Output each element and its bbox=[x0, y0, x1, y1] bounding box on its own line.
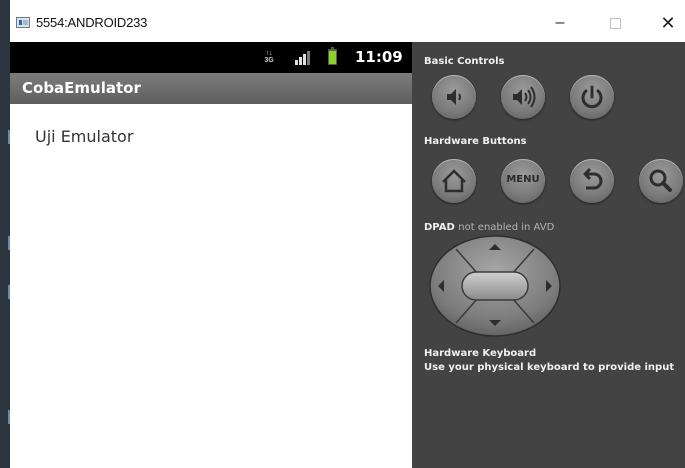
window-title: 5554:ANDROID233 bbox=[36, 15, 148, 30]
home-button[interactable] bbox=[432, 159, 476, 203]
back-icon bbox=[583, 167, 603, 190]
dpad-heading: DPAD not enabled in AVD bbox=[424, 222, 555, 233]
maximize-icon bbox=[609, 18, 621, 29]
window-titlebar[interactable]: 5554:ANDROID233 – ✕ bbox=[10, 0, 685, 42]
minimize-button[interactable]: – bbox=[545, 12, 575, 34]
close-button[interactable]: ✕ bbox=[653, 12, 683, 34]
menu-button[interactable]: MENU bbox=[501, 159, 545, 203]
status-clock: 11:09 bbox=[355, 48, 403, 66]
dpad-control[interactable] bbox=[428, 234, 562, 339]
search-button[interactable] bbox=[639, 159, 683, 203]
back-button[interactable] bbox=[570, 159, 614, 203]
device-screen[interactable]: ↑↓ 3G 11:09 CobaEmulator Uji Emulator bbox=[10, 42, 412, 468]
app-title-bar: CobaEmulator bbox=[10, 73, 412, 104]
hardware-buttons-heading: Hardware Buttons bbox=[424, 136, 527, 147]
search-icon bbox=[649, 169, 672, 192]
content-text: Uji Emulator bbox=[35, 127, 134, 146]
dpad-center-button bbox=[461, 271, 529, 301]
app-title: CobaEmulator bbox=[22, 79, 141, 97]
maximize-button[interactable] bbox=[600, 12, 630, 34]
power-icon bbox=[581, 85, 603, 109]
signal-strength-icon bbox=[295, 51, 313, 65]
hardware-keyboard-heading: Hardware Keyboard bbox=[424, 348, 537, 359]
power-button[interactable] bbox=[570, 75, 614, 119]
emulator-app-icon bbox=[16, 17, 30, 28]
menu-button-label: MENU bbox=[506, 174, 540, 185]
home-icon bbox=[442, 169, 466, 193]
volume-up-icon bbox=[513, 86, 536, 108]
data-activity-icon: ↑↓ 3G bbox=[264, 50, 274, 64]
android-status-bar: ↑↓ 3G 11:09 bbox=[10, 42, 412, 73]
emulator-controls-panel: Basic Controls Hardware Buttons MENU DPA… bbox=[412, 42, 685, 468]
volume-up-button[interactable] bbox=[501, 75, 545, 119]
hardware-keyboard-description: Use your physical keyboard to provide in… bbox=[424, 362, 675, 373]
battery-icon bbox=[328, 47, 337, 65]
window-frame bbox=[0, 0, 10, 468]
volume-down-icon bbox=[447, 89, 461, 105]
basic-controls-heading: Basic Controls bbox=[424, 56, 505, 67]
volume-down-button[interactable] bbox=[432, 75, 476, 119]
